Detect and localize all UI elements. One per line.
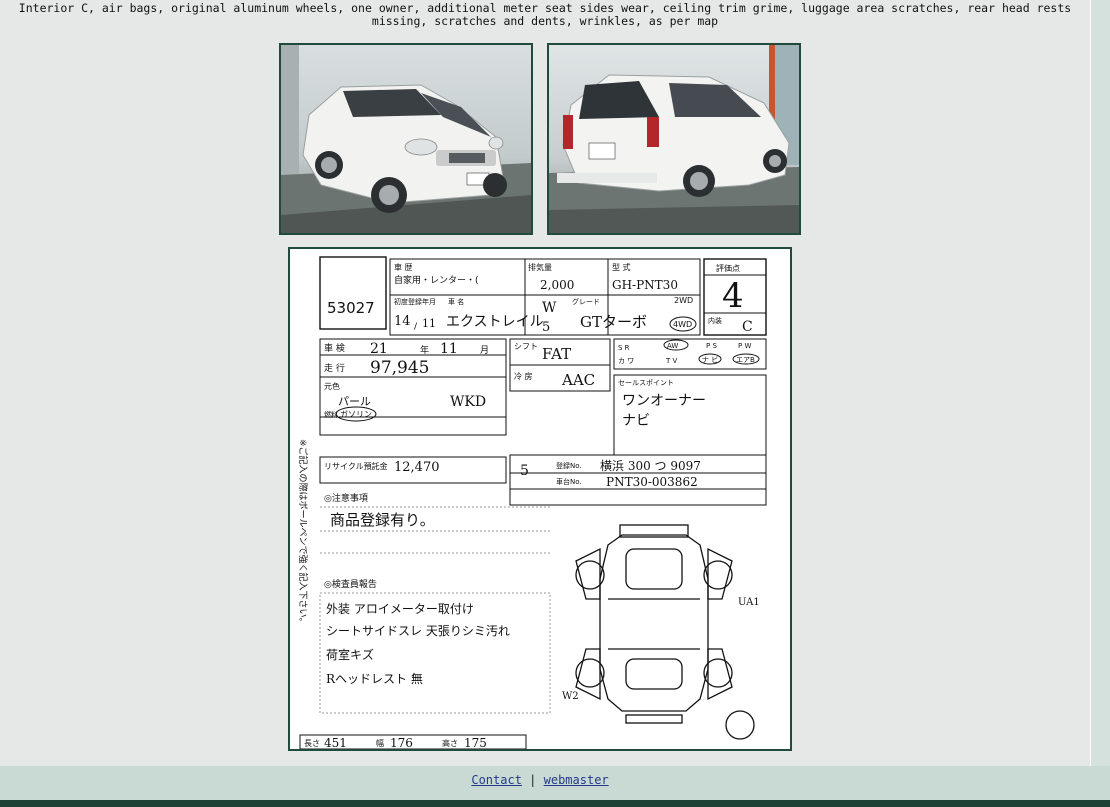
lot-number: 53027: [327, 299, 375, 317]
inspector-note-2: シートサイドスレ 天張りシミ汚れ: [326, 624, 510, 638]
svg-text:自家用・レンター・(: 自家用・レンター・(: [394, 274, 479, 286]
displacement: 2,000: [540, 278, 574, 292]
mileage: 97,945: [370, 358, 429, 378]
svg-text:走 行: 走 行: [324, 362, 345, 374]
svg-text:月: 月: [480, 345, 489, 356]
dim-height: 175: [464, 736, 487, 749]
svg-text:車 検: 車 検: [324, 342, 345, 354]
svg-text:ナ ビ: ナ ビ: [702, 355, 718, 364]
inspector-note-4: Rヘッドレスト 無: [326, 671, 423, 686]
svg-text:車 名: 車 名: [448, 297, 464, 306]
svg-text:長さ: 長さ: [304, 739, 320, 748]
svg-text:評価点: 評価点: [716, 263, 740, 273]
car-photo-rear[interactable]: [547, 43, 801, 235]
right-gutter: [1090, 0, 1110, 766]
shaken-month: 11: [440, 341, 458, 357]
capacity: 5: [520, 463, 529, 479]
svg-text:※ご記入の際はボールペンで強く記入下さい。: ※ご記入の際はボールペンで強く記入下さい。: [297, 439, 309, 627]
footer-separator: |: [529, 773, 537, 787]
svg-text:初度登録年月: 初度登録年月: [394, 297, 436, 306]
auction-sheet-scan: ※ご記入の際はボールペンで強く記入下さい。 53027 車 歴 自家用・レンター…: [290, 249, 790, 749]
svg-text:内装: 内装: [708, 316, 722, 325]
svg-text:リサイクル預託金: リサイクル預託金: [324, 461, 388, 471]
svg-text:◎注意事項: ◎注意事項: [324, 492, 368, 504]
dim-width: 176: [390, 736, 413, 749]
svg-text:カ ワ: カ ワ: [618, 357, 634, 365]
color: パール: [338, 395, 371, 408]
footer-links: Contact | webmaster: [0, 773, 1080, 787]
svg-text:型 式: 型 式: [612, 262, 631, 272]
first-reg-month: 11: [422, 317, 436, 330]
registration: 横浜 300 つ 9097: [600, 459, 701, 473]
vehicle-description: Interior C, air bags, original aluminum …: [18, 1, 1072, 28]
svg-text:シフト: シフト: [514, 342, 538, 351]
drive-2wd: 2WD: [674, 296, 693, 305]
drive-4wd: 4WD: [673, 320, 692, 329]
svg-text:排気量: 排気量: [528, 262, 552, 272]
webmaster-link[interactable]: webmaster: [544, 773, 609, 787]
inspector-note-3: 荷室キズ: [326, 647, 374, 662]
model-name: エクストレイル: [446, 314, 544, 330]
auction-sheet[interactable]: ※ご記入の際はボールペンで強く記入下さい。 53027 車 歴 自家用・レンター…: [288, 247, 792, 751]
svg-text:UA1: UA1: [738, 597, 760, 608]
notes: 商品登録有り。: [330, 511, 435, 529]
svg-text:グレード: グレード: [572, 297, 600, 306]
svg-text:冷 房: 冷 房: [514, 371, 533, 381]
shaken-year: 21: [370, 341, 388, 357]
svg-text:P S: P S: [706, 342, 717, 350]
svg-text:元色: 元色: [324, 381, 340, 391]
recycle-fee: 12,470: [394, 460, 440, 475]
air-conditioning: AAC: [561, 371, 595, 389]
sales-point-1: ワンオーナー: [622, 393, 706, 409]
bottom-bar: [0, 800, 1110, 807]
svg-text:S R: S R: [618, 344, 630, 352]
svg-text:AW: AW: [667, 342, 678, 350]
car-front-image: [281, 45, 531, 233]
overall-grade: 4: [722, 276, 744, 316]
svg-text:セールスポイント: セールスポイント: [618, 379, 674, 387]
svg-text:幅: 幅: [376, 738, 384, 748]
chassis-number: PNT30-003862: [606, 475, 698, 489]
doors: W: [542, 300, 557, 316]
dim-length: 451: [324, 736, 347, 749]
car-rear-image: [549, 45, 799, 233]
inspector-note-1: 外装 アロイメーター取付け: [326, 602, 474, 616]
svg-text:エアB: エアB: [736, 356, 755, 364]
sales-point-2: ナビ: [622, 413, 650, 429]
car-photo-front[interactable]: [279, 43, 533, 235]
svg-text:W2: W2: [562, 691, 579, 702]
svg-text:車台No.: 車台No.: [556, 477, 582, 486]
first-reg-year: 14: [394, 314, 411, 329]
grade-name: GTターボ: [580, 313, 647, 331]
svg-text:高さ: 高さ: [442, 738, 458, 748]
svg-text:T V: T V: [665, 357, 678, 365]
svg-text:年: 年: [420, 344, 429, 356]
color-code: WKD: [450, 394, 486, 410]
svg-text:車 歴: 車 歴: [394, 262, 413, 272]
fuel: ガソリン: [340, 409, 372, 419]
type-code: GH-PNT30: [612, 278, 678, 292]
shift: FAT: [542, 345, 571, 363]
seat-code: 5: [542, 320, 550, 335]
contact-link[interactable]: Contact: [471, 773, 522, 787]
interior-grade: C: [742, 319, 753, 335]
svg-text:P W: P W: [738, 342, 751, 350]
svg-text:◎検査員報告: ◎検査員報告: [324, 578, 377, 590]
svg-text:登録No.: 登録No.: [556, 461, 582, 470]
